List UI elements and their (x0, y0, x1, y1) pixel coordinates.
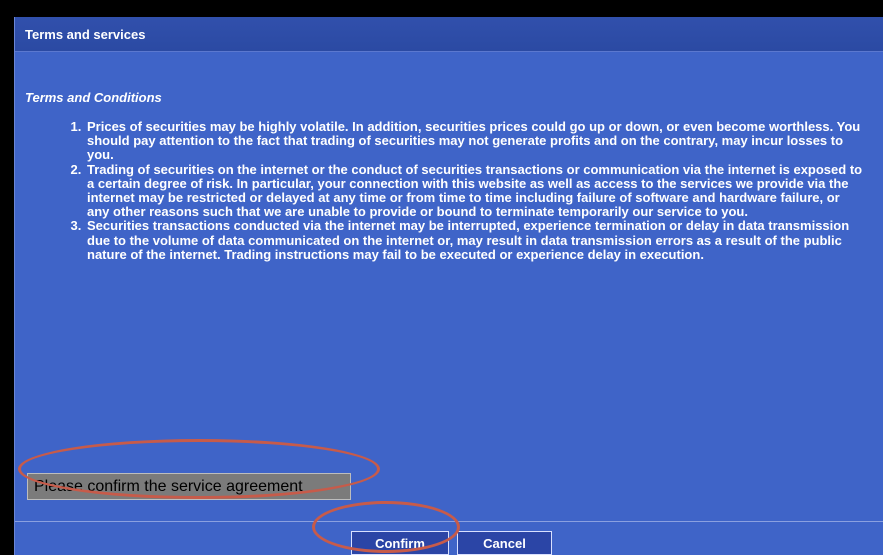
terms-heading: Terms and Conditions (25, 90, 162, 105)
term-item: Prices of securities may be highly volat… (85, 119, 865, 163)
confirm-agreement-checkbox[interactable]: Please confirm the service agreement (27, 473, 351, 500)
terms-dialog: Terms and services Terms and Conditions … (14, 17, 883, 555)
term-item: Trading of securities on the internet or… (85, 162, 865, 220)
term-item: Securities transactions conducted via th… (85, 219, 865, 262)
dialog-titlebar: Terms and services (15, 17, 883, 52)
cancel-button[interactable]: Cancel (457, 531, 552, 555)
dialog-divider (15, 521, 883, 522)
dialog-title: Terms and services (25, 27, 146, 42)
confirm-button[interactable]: Confirm (351, 531, 449, 555)
terms-list: Prices of securities may be highly volat… (55, 119, 865, 262)
